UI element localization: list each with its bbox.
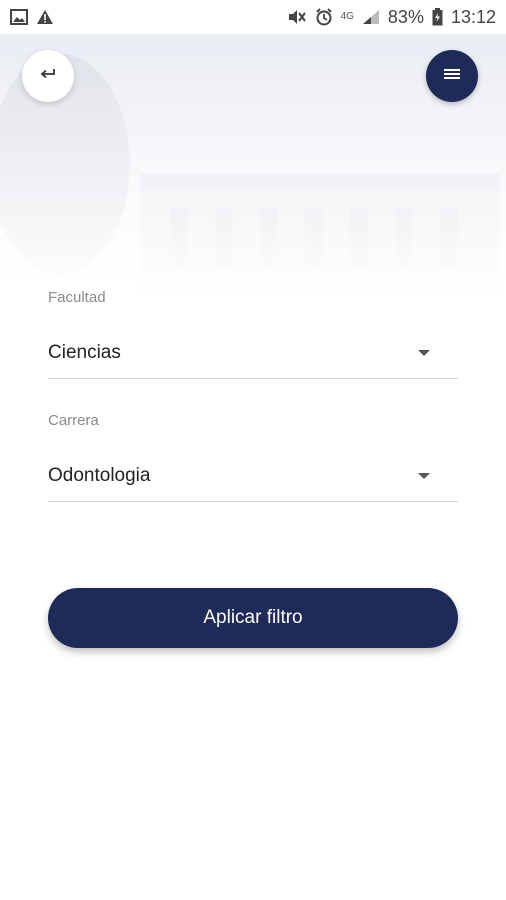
mute-icon — [287, 8, 307, 26]
career-value: Odontologia — [48, 464, 151, 486]
hamburger-menu-icon — [444, 67, 460, 85]
dropdown-arrow-icon — [418, 349, 430, 356]
menu-button[interactable] — [426, 50, 478, 102]
warning-icon — [36, 9, 54, 25]
faculty-select[interactable]: Ciencias — [48, 327, 458, 379]
clock: 13:12 — [450, 6, 496, 27]
career-label: Carrera — [48, 412, 99, 429]
back-button[interactable] — [22, 50, 74, 102]
back-arrow-icon — [39, 67, 57, 86]
image-icon — [10, 9, 28, 25]
dropdown-arrow-icon — [418, 472, 430, 479]
network-type: 4G — [340, 11, 354, 22]
faculty-value: Ciencias — [48, 341, 121, 363]
alarm-icon — [315, 8, 333, 26]
battery-percent: 83% — [387, 6, 424, 27]
status-bar: 4G 83% 13:12 — [0, 0, 506, 34]
signal-icon — [362, 9, 380, 25]
faculty-label: Facultad — [48, 289, 106, 306]
apply-filter-button[interactable]: Aplicar filtro — [48, 588, 458, 648]
battery-icon — [432, 8, 443, 26]
career-select[interactable]: Odontologia — [48, 450, 458, 502]
